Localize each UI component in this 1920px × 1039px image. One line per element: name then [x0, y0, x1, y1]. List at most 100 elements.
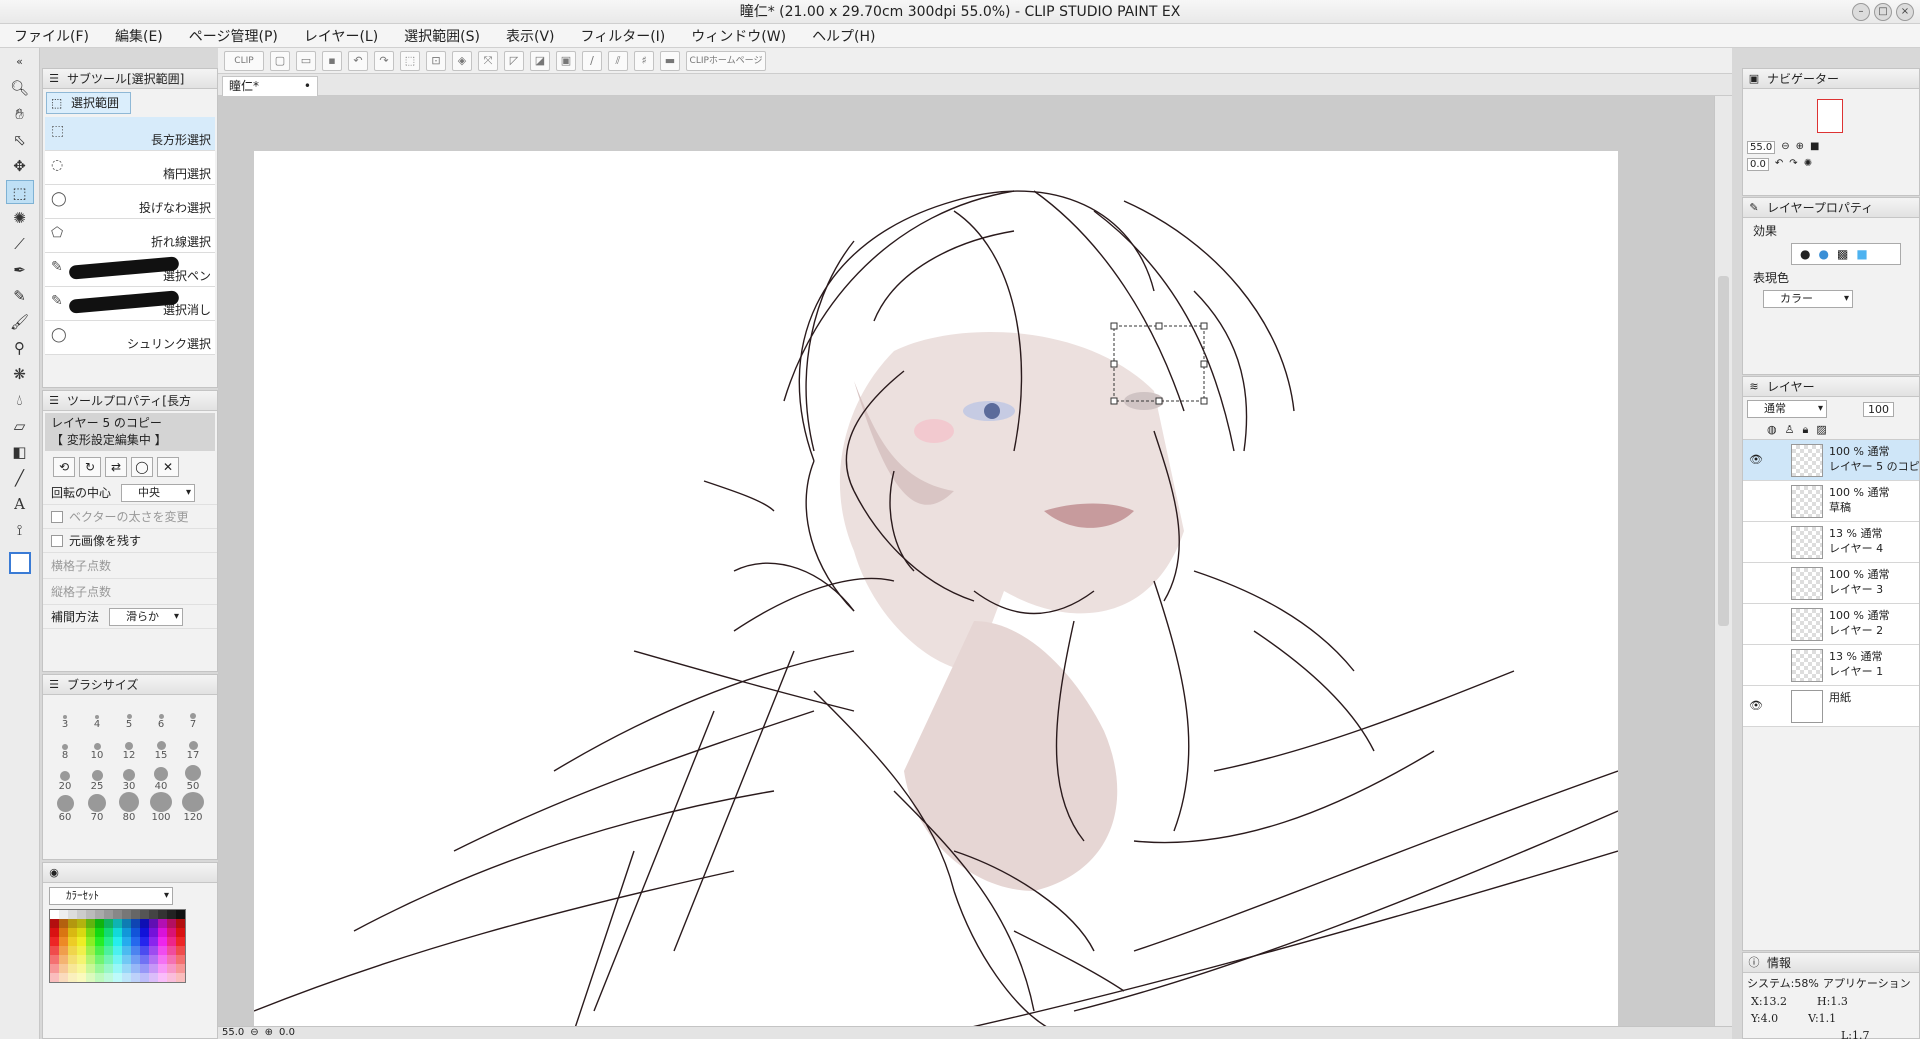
lock-transparency-icon[interactable]: ▨	[1816, 423, 1826, 437]
grid-snap-icon[interactable]: ♯	[634, 50, 654, 71]
color-swatch[interactable]	[131, 973, 140, 982]
layer-row[interactable]: 👁︎ 用紙	[1743, 686, 1919, 727]
color-swatch[interactable]	[50, 955, 59, 964]
color-swatch[interactable]	[68, 910, 77, 919]
color-swatch[interactable]	[59, 928, 68, 937]
brush-tool-icon[interactable]: 🖌︎	[6, 310, 34, 334]
blend-mode-select[interactable]: 通常	[1747, 400, 1827, 418]
move-layer-icon[interactable]: ✥	[6, 154, 34, 178]
rotation-value[interactable]: 0.0	[279, 1027, 295, 1039]
brush-size-option[interactable]: 8	[49, 730, 81, 761]
color-swatch[interactable]	[122, 946, 131, 955]
color-swatch[interactable]	[104, 910, 113, 919]
text-tool-icon[interactable]: A	[6, 492, 34, 516]
color-swatch[interactable]	[104, 928, 113, 937]
color-swatch[interactable]	[95, 919, 104, 928]
blend-tool-icon[interactable]: 💧︎	[6, 388, 34, 412]
zoom-in-icon[interactable]: ⊕	[265, 1027, 273, 1039]
brush-size-option[interactable]: 7	[177, 699, 209, 730]
subtool-shrink-select[interactable]: ◯ シュリンク選択	[45, 321, 215, 355]
navigator-icon[interactable]: ▣	[1747, 72, 1761, 86]
navigator-viewport[interactable]	[1817, 99, 1843, 133]
color-swatch[interactable]	[140, 928, 149, 937]
brush-size-option[interactable]: 50	[177, 761, 209, 792]
color-swatch[interactable]	[149, 946, 158, 955]
document-tab[interactable]: 瞳仁* •	[222, 76, 318, 96]
menu-file[interactable]: ファイル(F)	[14, 26, 89, 46]
color-swatch[interactable]	[167, 937, 176, 946]
color-swatch[interactable]	[149, 973, 158, 982]
color-swatch[interactable]	[95, 910, 104, 919]
color-swatch[interactable]	[86, 946, 95, 955]
subtool-select-pen[interactable]: ✎ 選択ペン	[45, 253, 215, 287]
color-swatch[interactable]	[167, 964, 176, 973]
color-swatch[interactable]	[86, 955, 95, 964]
brush-size-option[interactable]: 30	[113, 761, 145, 792]
rotate-icon[interactable]: ↻	[79, 457, 101, 477]
color-set-select[interactable]: ｶﾗｰｾｯﾄ	[49, 887, 173, 905]
color-swatch[interactable]	[95, 946, 104, 955]
color-swatch[interactable]	[176, 946, 185, 955]
color-swatch[interactable]	[176, 928, 185, 937]
brush-size-option[interactable]: 40	[145, 761, 177, 792]
menu-help[interactable]: ヘルプ(H)	[812, 26, 875, 46]
clear-selection-icon[interactable]: ⬚	[400, 50, 420, 71]
color-swatch[interactable]	[140, 937, 149, 946]
color-swatch[interactable]	[131, 928, 140, 937]
brush-size-option[interactable]: 6	[145, 699, 177, 730]
subtool-ellipse-select[interactable]: ◌ 楕円選択	[45, 151, 215, 185]
color-swatch[interactable]	[77, 919, 86, 928]
color-swatch[interactable]	[77, 937, 86, 946]
color-swatch[interactable]	[86, 964, 95, 973]
color-swatch[interactable]	[86, 910, 95, 919]
reset-transform-icon[interactable]: ⟲	[53, 457, 75, 477]
color-swatch[interactable]	[77, 973, 86, 982]
color-swatch[interactable]	[167, 910, 176, 919]
menu-edit[interactable]: 編集(E)	[115, 26, 163, 46]
eyedropper-icon[interactable]: ⟋	[6, 232, 34, 256]
color-swatch[interactable]	[113, 946, 122, 955]
pen-tool-icon[interactable]: ✒	[6, 258, 34, 282]
color-swatch[interactable]	[77, 928, 86, 937]
color-swatch[interactable]	[149, 919, 158, 928]
color-swatch[interactable]	[68, 973, 77, 982]
ruler-snap-icon[interactable]: ∕	[582, 50, 602, 71]
airbrush-icon[interactable]: ⚲	[6, 336, 34, 360]
brush-size-option[interactable]: 17	[177, 730, 209, 761]
transform-icon[interactable]: ⤧	[478, 50, 498, 71]
brush-size-option[interactable]: 25	[81, 761, 113, 792]
color-swatch[interactable]	[176, 964, 185, 973]
maximize-button[interactable]: □	[1874, 3, 1892, 21]
zoom-tool-icon[interactable]: 🔍︎	[6, 76, 34, 100]
color-swatch[interactable]	[59, 946, 68, 955]
color-swatch[interactable]	[113, 955, 122, 964]
color-mode-select[interactable]: カラー	[1763, 290, 1853, 308]
show-selection-icon[interactable]: ▣	[556, 50, 576, 71]
color-swatch[interactable]	[113, 973, 122, 982]
subtool-polyline-select[interactable]: ⬠ 折れ線選択	[45, 219, 215, 253]
reference-layer-icon[interactable]: ♙	[1785, 423, 1795, 437]
stroke-icon[interactable]: ▬	[660, 50, 680, 71]
color-swatch[interactable]	[95, 937, 104, 946]
canvas-paper[interactable]	[253, 151, 1619, 1026]
color-swatch[interactable]	[104, 946, 113, 955]
color-swatch[interactable]	[68, 955, 77, 964]
color-swatch[interactable]	[68, 946, 77, 955]
color-swatch[interactable]	[176, 919, 185, 928]
layer-row[interactable]: 100 % 通常 草稿	[1743, 481, 1919, 522]
save-icon[interactable]: ▪	[322, 50, 342, 71]
color-swatch[interactable]	[158, 964, 167, 973]
color-swatch[interactable]	[59, 937, 68, 946]
zoom-out-icon[interactable]: ⊖	[250, 1027, 258, 1039]
brush-size-option[interactable]: 10	[81, 730, 113, 761]
color-swatch[interactable]	[50, 910, 59, 919]
rotation-center-select[interactable]: 中央	[121, 483, 196, 502]
color-swatch[interactable]	[77, 946, 86, 955]
layer-stack-icon[interactable]: ≋	[1747, 380, 1761, 394]
brush-size-menu-icon[interactable]: ☰	[47, 678, 61, 692]
color-swatch[interactable]	[149, 955, 158, 964]
close-button[interactable]: ×	[1896, 3, 1914, 21]
layer-property-icon[interactable]: ✎	[1747, 201, 1761, 215]
color-swatch[interactable]	[140, 919, 149, 928]
color-swatch[interactable]	[113, 928, 122, 937]
